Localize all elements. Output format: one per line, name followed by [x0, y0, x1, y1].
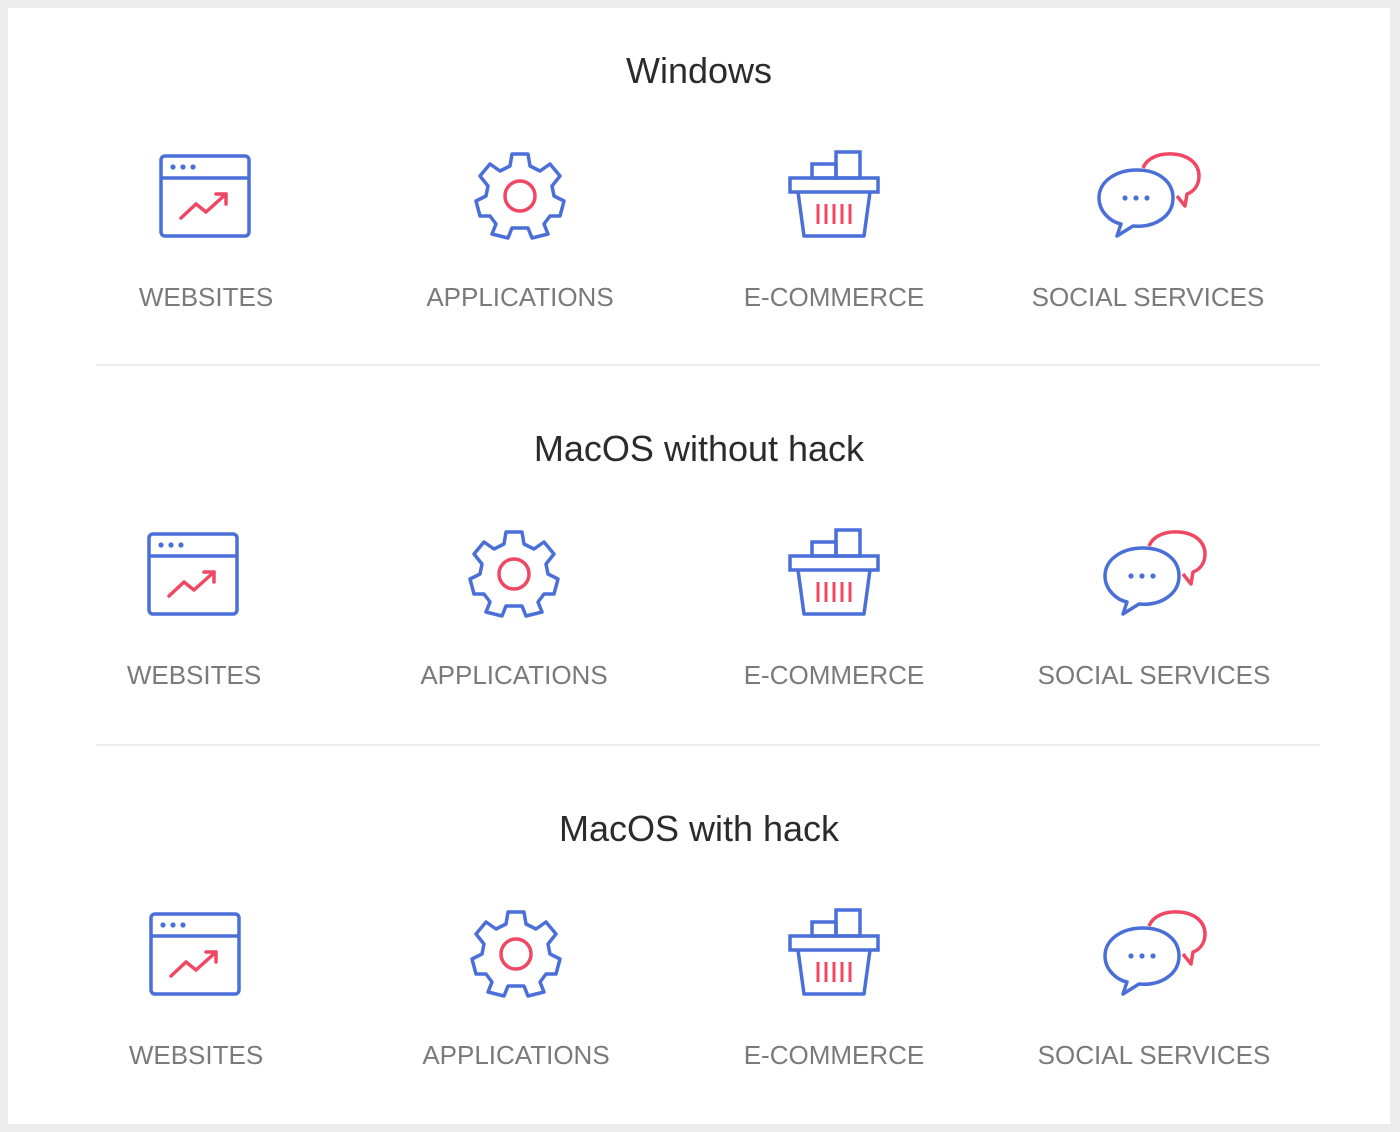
- item-label: WEBSITES: [128, 1040, 264, 1070]
- item-label: APPLICATIONS: [420, 660, 608, 690]
- gear-icon: [370, 148, 670, 244]
- item-ecommerce[interactable]: E-COMMERCE: [684, 526, 984, 691]
- item-applications[interactable]: APPLICATIONS: [364, 526, 664, 691]
- item-social-services[interactable]: SOCIAL SERVICES: [998, 148, 1298, 313]
- chat-bubbles-icon: [998, 148, 1298, 244]
- basket-icon: [684, 906, 984, 1002]
- chat-bubbles-icon: [1004, 526, 1304, 622]
- item-label: APPLICATIONS: [422, 1040, 610, 1070]
- item-applications[interactable]: APPLICATIONS: [370, 148, 670, 313]
- divider: [96, 744, 1320, 746]
- basket-icon: [684, 526, 984, 622]
- section-title: MacOS with hack: [558, 808, 840, 849]
- item-label: SOCIAL SERVICES: [1037, 1040, 1271, 1070]
- gear-icon: [366, 906, 666, 1002]
- divider: [96, 364, 1320, 366]
- section-title: MacOS without hack: [533, 428, 865, 469]
- browser-chart-icon: [56, 148, 356, 244]
- browser-chart-icon: [46, 906, 346, 1002]
- browser-chart-icon: [44, 526, 344, 622]
- item-websites[interactable]: WEBSITES: [44, 526, 344, 691]
- item-label: SOCIAL SERVICES: [1037, 660, 1271, 690]
- basket-icon: [684, 148, 984, 244]
- item-label: APPLICATIONS: [426, 282, 614, 312]
- item-websites[interactable]: WEBSITES: [56, 148, 356, 313]
- item-label: E-COMMERCE: [743, 660, 925, 690]
- item-label: WEBSITES: [126, 660, 262, 690]
- item-label: E-COMMERCE: [743, 1040, 925, 1070]
- item-social-services[interactable]: SOCIAL SERVICES: [1004, 526, 1304, 691]
- item-ecommerce[interactable]: E-COMMERCE: [684, 906, 984, 1071]
- item-ecommerce[interactable]: E-COMMERCE: [684, 148, 984, 313]
- item-social-services[interactable]: SOCIAL SERVICES: [1004, 906, 1304, 1071]
- section-title: Windows: [625, 50, 773, 91]
- item-label: WEBSITES: [138, 282, 274, 312]
- chat-bubbles-icon: [1004, 906, 1304, 1002]
- item-applications[interactable]: APPLICATIONS: [366, 906, 666, 1071]
- platform-card: Windows WEBSITES APPLICATIONS E-COMMERCE…: [8, 8, 1390, 1124]
- item-label: SOCIAL SERVICES: [1031, 282, 1265, 312]
- item-websites[interactable]: WEBSITES: [46, 906, 346, 1071]
- gear-icon: [364, 526, 664, 622]
- item-label: E-COMMERCE: [743, 282, 925, 312]
